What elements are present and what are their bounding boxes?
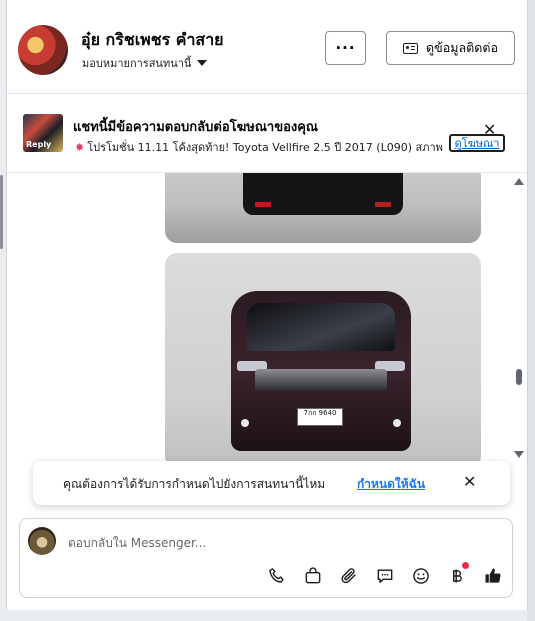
scroll-up-arrow-icon[interactable]: [514, 178, 524, 185]
phone-icon[interactable]: [266, 565, 288, 587]
paperclip-icon[interactable]: [338, 565, 360, 587]
conversation-panel: อุ๋ย กริชเพชร คำสาย มอบหมายการสนทนานี้ ·…: [6, 0, 528, 610]
bag-icon[interactable]: [302, 565, 324, 587]
baht-icon[interactable]: [446, 562, 469, 587]
page-avatar: [28, 527, 56, 555]
view-contact-button[interactable]: ดูข้อมูลติดต่อ: [386, 31, 515, 65]
ad-thumbnail[interactable]: Reply: [23, 114, 63, 152]
assign-prompt: คุณต้องการได้รับการกำหนดไปยังการสนทนานี้…: [33, 461, 510, 505]
assign-prompt-text: คุณต้องการได้รับการกำหนดไปยังการสนทนานี้…: [63, 477, 326, 491]
car-photo-rear[interactable]: [165, 173, 481, 243]
ad-banner-text: ✸ โปรโมชั่น 11.11 โค้งสุดท้าย! Toyota Vel…: [75, 138, 447, 156]
grille: [255, 369, 387, 391]
ad-reply-banner: Reply แชทนี้มีข้อความตอบกลับต่อโฆษณาของค…: [7, 94, 527, 173]
fog-light: [393, 419, 401, 427]
ad-banner-title: แชทนี้มีข้อความตอบกลับต่อโฆษณาของคุณ: [73, 120, 318, 135]
view-contact-label: ดูข้อมูลติดต่อ: [426, 40, 498, 55]
left-scroll-stub: [0, 175, 3, 249]
ad-banner-description: โปรโมชั่น 11.11 โค้งสุดท้าย! Toyota Vell…: [87, 141, 443, 154]
thumbs-up-icon[interactable]: [482, 565, 504, 587]
contact-name: อุ๋ย กริชเพชร คำสาย: [81, 30, 224, 49]
license-plate: 7กก 9640: [297, 408, 343, 426]
reply-input[interactable]: ตอบกลับใน Messenger...: [68, 534, 206, 553]
notification-dot: [462, 562, 469, 569]
close-icon[interactable]: ✕: [463, 472, 476, 491]
fog-light: [241, 419, 249, 427]
car-rear-shape: [243, 173, 403, 215]
chevron-down-icon: [197, 60, 208, 66]
emoji-icon[interactable]: [410, 565, 432, 587]
sparkle-icon: ✸: [75, 141, 85, 154]
composer-toolbar: [266, 562, 504, 587]
conversation-header: อุ๋ย กริชเพชร คำสาย มอบหมายการสนทนานี้ ·…: [7, 0, 527, 94]
more-options-button[interactable]: ···: [325, 31, 366, 65]
contact-card-icon: [403, 42, 419, 54]
ad-thumbnail-text: Reply: [26, 140, 52, 149]
assign-label: มอบหมายการสนทนานี้: [82, 57, 192, 70]
tail-lamp: [255, 202, 271, 207]
background-edge: [527, 0, 535, 621]
chat-icon[interactable]: [374, 565, 396, 587]
view-ad-link[interactable]: ดูโฆษณา: [449, 134, 505, 152]
tail-lamp: [375, 202, 391, 207]
car-photo-front[interactable]: 7กก 9640: [165, 253, 481, 461]
contact-avatar[interactable]: [18, 25, 68, 75]
van-front-shape: 7กก 9640: [231, 291, 411, 451]
scroll-down-arrow-icon[interactable]: [514, 451, 524, 458]
windshield: [247, 303, 395, 351]
reply-composer: ตอบกลับใน Messenger...: [19, 518, 513, 598]
assign-to-me-link[interactable]: กำหนดให้ฉัน: [357, 475, 425, 494]
message-thread[interactable]: 7กก 9640: [7, 173, 527, 461]
assign-conversation-dropdown[interactable]: มอบหมายการสนทนานี้: [82, 54, 208, 72]
scrollbar-thumb[interactable]: [516, 369, 522, 385]
close-icon[interactable]: ✕: [483, 122, 496, 138]
